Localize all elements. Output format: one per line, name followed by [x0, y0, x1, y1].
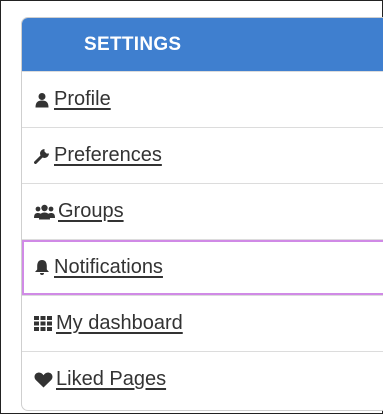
menu-item-label[interactable]: Groups: [58, 200, 124, 223]
settings-title: SETTINGS: [84, 33, 182, 55]
menu-item-label[interactable]: Notifications: [54, 256, 163, 279]
screenshot-frame: SETTINGS Profile Preferences Groups Noti…: [0, 0, 383, 414]
panel-header: SETTINGS: [22, 18, 383, 71]
bell-icon: [33, 259, 51, 277]
menu-item-label[interactable]: Liked Pages: [56, 368, 166, 391]
menu-item-my-dashboard[interactable]: My dashboard: [22, 295, 383, 351]
user-icon: [33, 91, 51, 109]
grid-icon: [33, 315, 53, 333]
heart-icon: [33, 371, 53, 389]
menu-item-label[interactable]: Profile: [54, 88, 111, 111]
settings-panel: SETTINGS Profile Preferences Groups Noti…: [21, 17, 383, 411]
wrench-icon: [33, 147, 51, 165]
menu-item-profile[interactable]: Profile: [22, 71, 383, 127]
menu-item-label[interactable]: Preferences: [54, 144, 162, 167]
menu-item-notifications[interactable]: Notifications: [22, 239, 383, 295]
menu-item-label[interactable]: My dashboard: [56, 312, 183, 335]
menu-item-groups[interactable]: Groups: [22, 183, 383, 239]
users-icon: [33, 203, 55, 221]
settings-menu: Profile Preferences Groups Notifications…: [22, 71, 383, 407]
menu-item-liked-pages[interactable]: Liked Pages: [22, 351, 383, 407]
menu-item-preferences[interactable]: Preferences: [22, 127, 383, 183]
